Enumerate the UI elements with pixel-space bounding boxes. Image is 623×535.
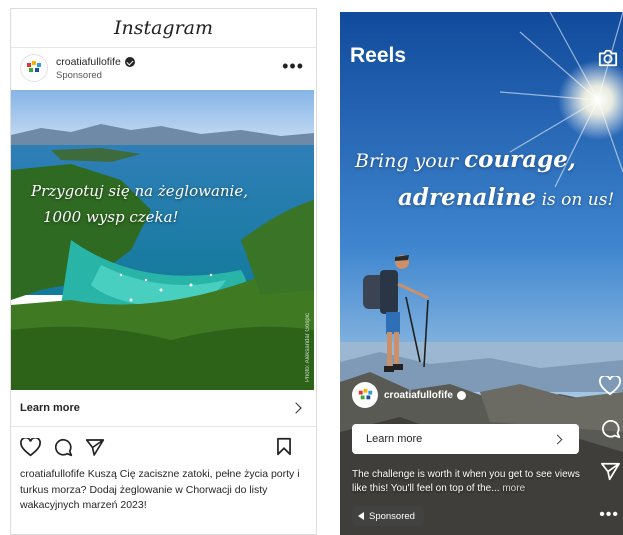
app-title: Instagram [11,9,316,48]
reel-caption: The challenge is worth it when you get t… [352,468,592,496]
megaphone-icon [358,512,364,520]
sponsored-label: Sponsored [56,69,102,81]
reel-headline-line1: Bring your courage, [355,146,576,173]
post-header: croatiafullofife Sponsored ••• [11,48,316,88]
camera-icon[interactable] [597,48,619,68]
headline-part2: adrenaline [398,184,537,211]
headline-part3: is on us! [536,190,615,210]
reel-account[interactable]: croatiafullofife [384,390,466,401]
ad-headline-line1: Przygotuj się na żeglowanie, [31,182,248,200]
more-options-button[interactable]: ••• [282,57,304,75]
ad-headline-line2: 1000 wysp czeka! [43,208,179,226]
paper-plane-icon[interactable] [85,438,105,457]
account-name[interactable]: croatiafullofife [56,56,121,68]
learn-more-label: Learn more [20,402,80,414]
reel-account-name: croatiafullofife [384,390,453,401]
reels-title: Reels [350,44,407,67]
brand-logo-icon [27,61,41,72]
learn-more-button[interactable]: Learn more [11,390,316,427]
heart-icon[interactable] [20,437,41,457]
hiker-photo [340,12,623,535]
post-image[interactable]: Przygotuj się na żeglowanie, 1000 wysp c… [11,90,314,390]
verified-badge-icon [124,56,135,67]
headline-emphasis: courage, [464,146,576,173]
bookmark-icon[interactable] [276,437,292,456]
sailing-bay-photo [11,90,314,390]
more-options-button[interactable]: ••• [599,506,619,524]
reel-caption-text: The challenge is worth it when you get t… [352,469,580,494]
headline-part1: Bring your [355,150,465,172]
verified-badge-icon [456,391,466,400]
action-bar [11,427,316,467]
feed-post-mockup: Instagram croatiafullofife Sponsored ••• [10,8,317,535]
brand-logo-icon [358,388,372,399]
reel-sponsored-badge: Sponsored [352,506,424,526]
reels-mockup: Reels Bring your courage, adrenaline is … [340,12,623,535]
heart-icon[interactable] [599,376,621,396]
chevron-right-icon [552,434,563,444]
photo-credit: Photo: Aleksandar Gospic [305,312,311,382]
avatar[interactable] [20,54,48,82]
chevron-right-icon [290,402,302,414]
reel-learn-more-button[interactable]: Learn more [352,424,579,454]
reel-headline-line2: adrenaline is on us! [398,184,614,211]
caption-more-link[interactable]: more [502,483,525,494]
comment-icon[interactable] [600,418,621,439]
reel-avatar[interactable] [352,382,378,408]
comment-icon[interactable] [53,437,73,457]
paper-plane-icon[interactable] [600,462,621,481]
post-caption: croatiafullofife Kuszą Cię zaciszne zato… [20,468,300,511]
reel-sponsored-label: Sponsored [369,510,415,522]
reel-learn-more-label: Learn more [366,433,423,445]
